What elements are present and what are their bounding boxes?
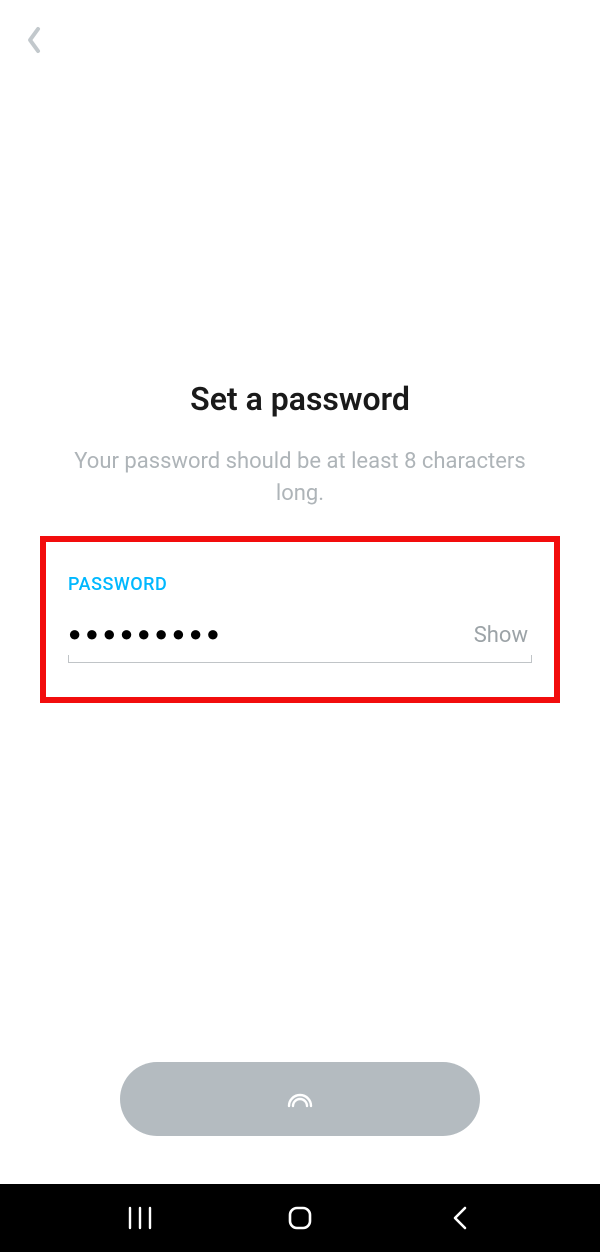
nav-back-button[interactable] xyxy=(420,1205,500,1231)
main-content: Set a password Your password should be a… xyxy=(0,0,600,703)
recents-icon xyxy=(126,1206,154,1230)
continue-arc-icon xyxy=(286,1089,314,1109)
password-input[interactable]: ●●●●●●●●● xyxy=(68,624,224,646)
password-label: PASSWORD xyxy=(68,574,532,595)
page-subtitle: Your password should be at least 8 chara… xyxy=(0,446,600,510)
chevron-left-icon xyxy=(24,25,44,55)
password-input-row: ●●●●●●●●● Show xyxy=(68,623,532,663)
continue-button[interactable] xyxy=(120,1062,480,1136)
page-title: Set a password xyxy=(190,380,410,418)
show-password-button[interactable]: Show xyxy=(474,623,532,648)
nav-recents-button[interactable] xyxy=(100,1206,180,1230)
system-nav-bar xyxy=(0,1184,600,1252)
nav-home-button[interactable] xyxy=(260,1205,340,1231)
back-icon xyxy=(451,1205,469,1231)
back-button[interactable] xyxy=(18,24,50,56)
password-field-highlight: PASSWORD ●●●●●●●●● Show xyxy=(40,536,560,703)
home-icon xyxy=(287,1205,313,1231)
